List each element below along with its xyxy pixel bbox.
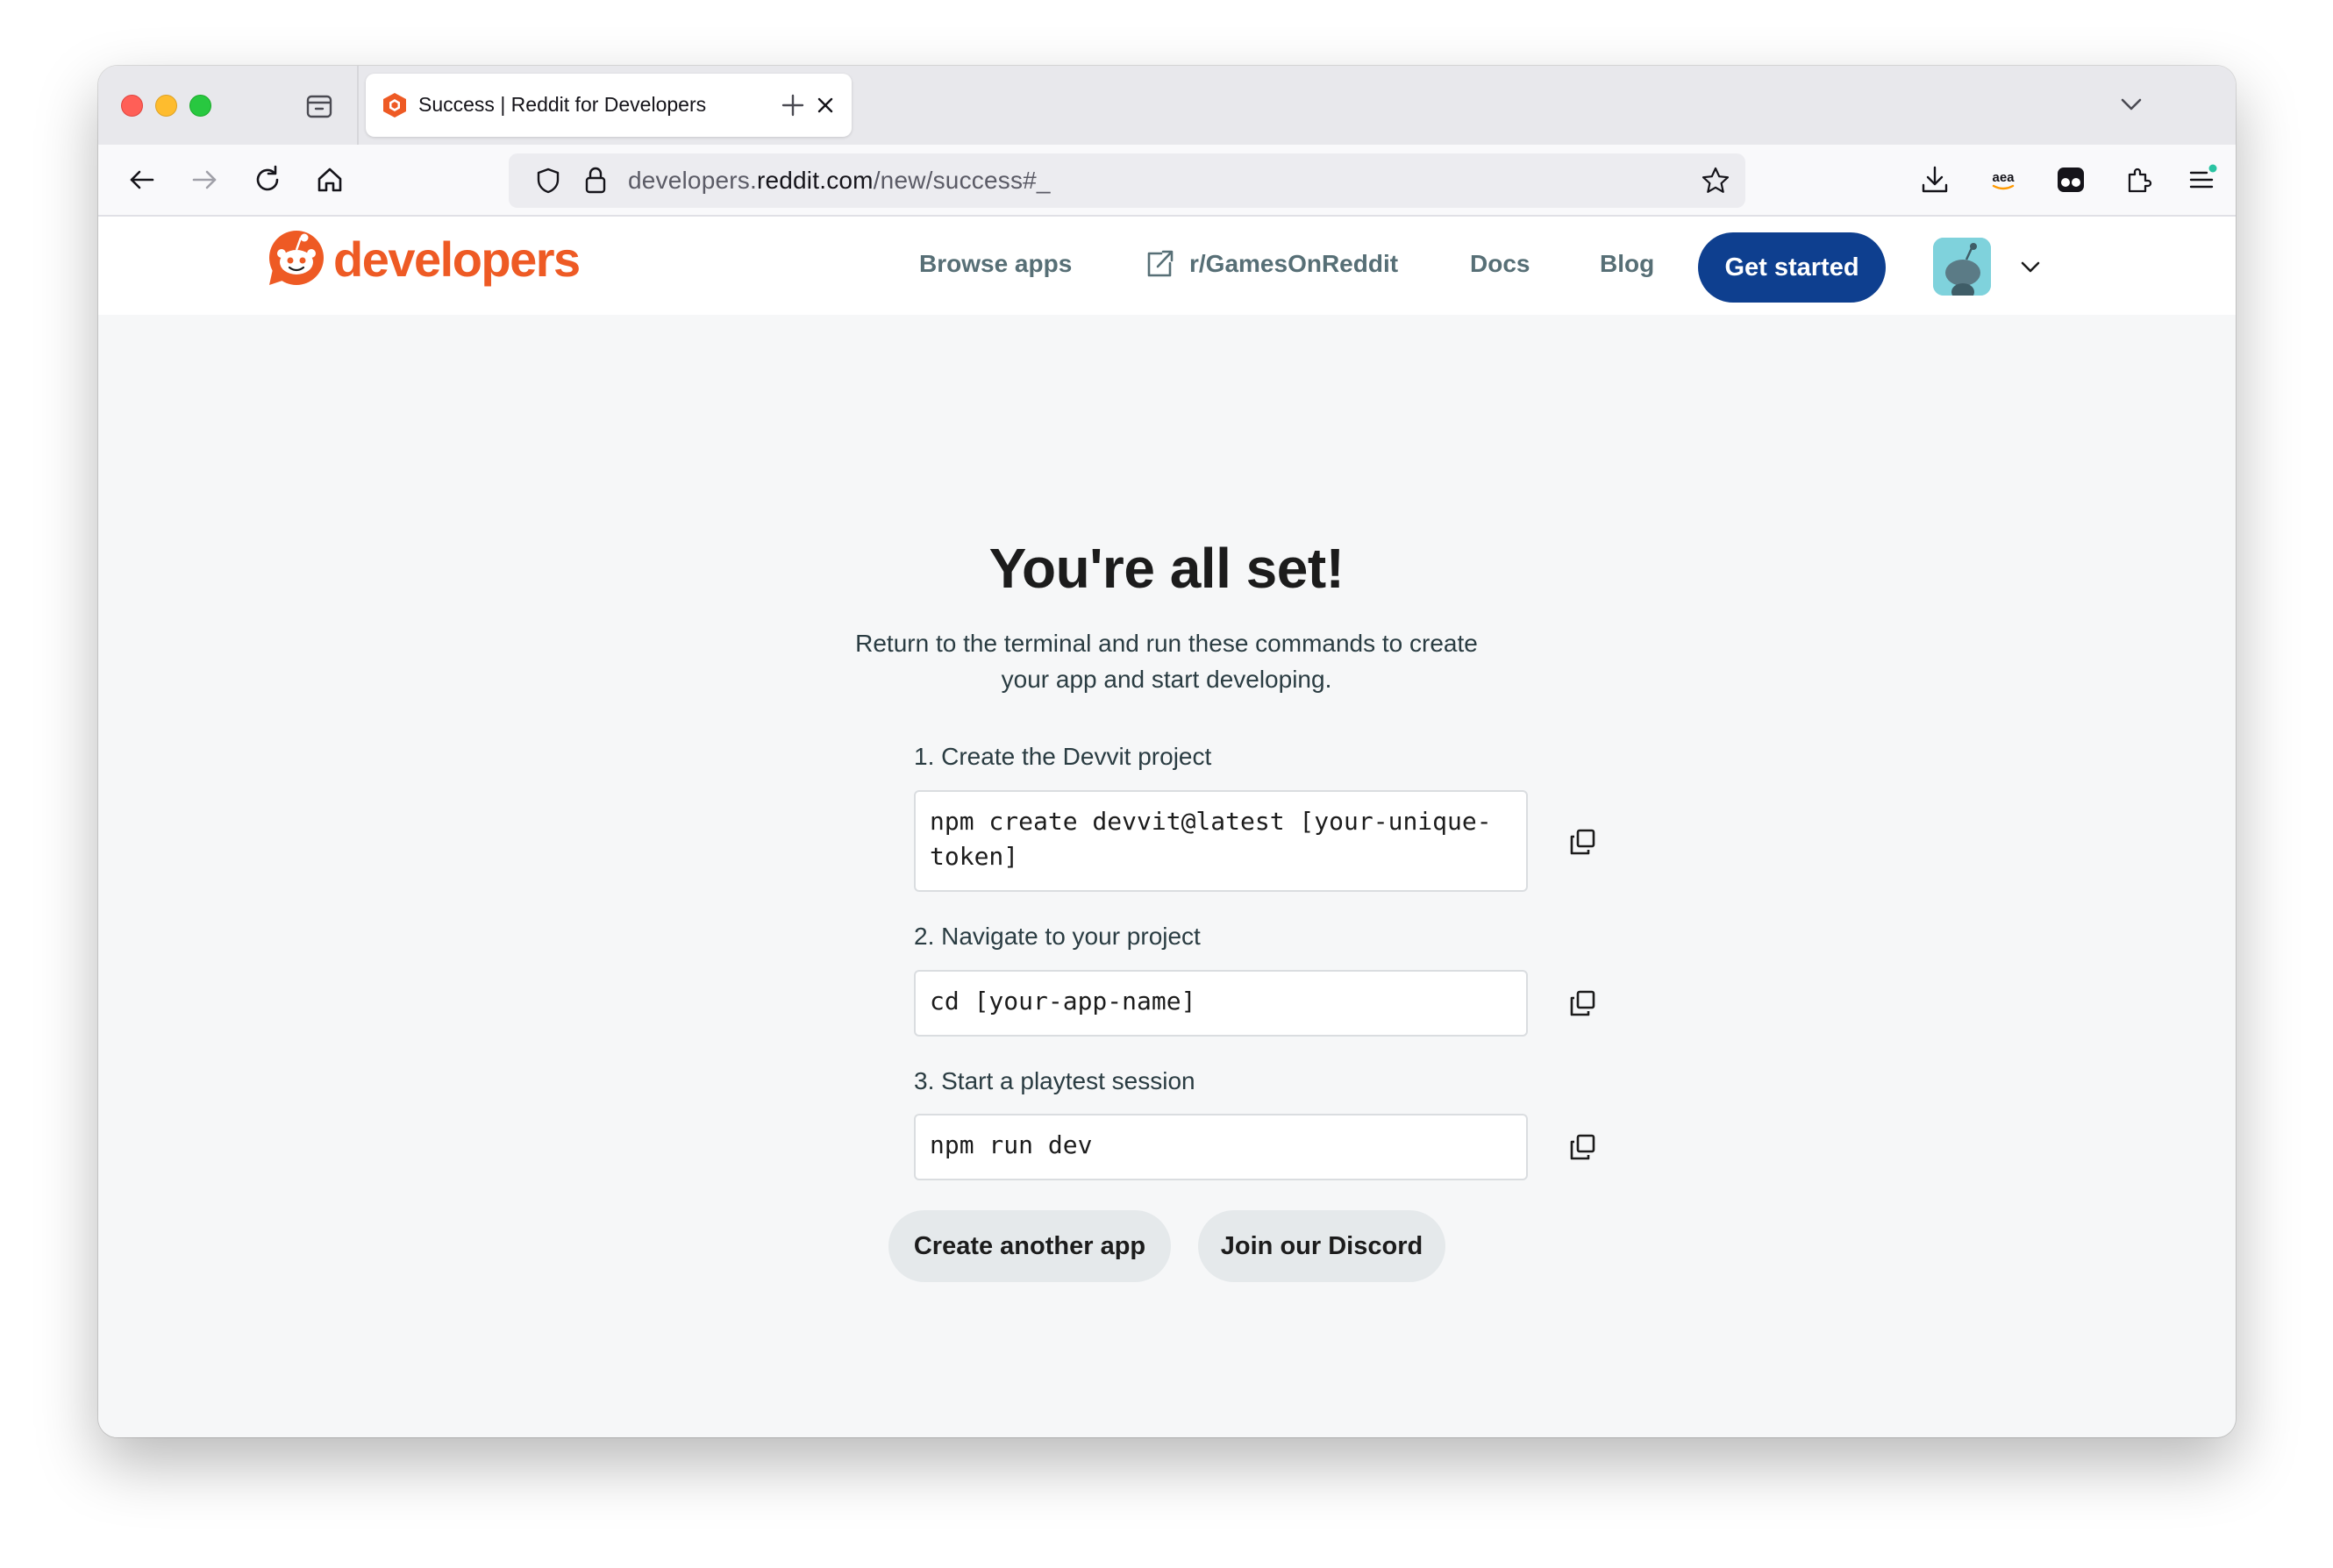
developers-logo-text[interactable]: developers (333, 231, 581, 288)
account-menu-chevron-icon[interactable] (2016, 252, 2045, 282)
reddit-dev-favicon-icon (383, 93, 406, 118)
bookmark-star-icon[interactable] (1700, 165, 1731, 196)
maximize-window-button[interactable] (189, 95, 211, 117)
reddit-snoo-logo-icon[interactable] (268, 229, 325, 287)
url-path: /new/success#_ (873, 167, 1051, 194)
nav-subreddit-link[interactable]: r/GamesOnReddit (1189, 250, 1398, 278)
url-subdomain: developers. (628, 167, 757, 194)
lock-icon[interactable] (582, 165, 609, 195)
extension-glasses-icon[interactable] (2053, 162, 2088, 197)
amazon-assistant-extension-icon[interactable]: aea (1986, 162, 2021, 197)
new-tab-icon[interactable] (778, 90, 808, 120)
navigation-toolbar: developers.reddit.com/new/success#_ aea (98, 145, 2236, 217)
step-3-label: 3. Start a playtest session (914, 1067, 1195, 1094)
url-domain: reddit.com (756, 167, 874, 194)
site-header: developers Browse apps r/GamesOnReddit D… (98, 217, 2236, 315)
url-text[interactable]: developers.reddit.com/new/success#_ (628, 167, 1051, 195)
step-1-command-box[interactable]: npm create devvit@latest [your-unique- t… (914, 790, 1528, 892)
user-avatar[interactable] (1933, 238, 1991, 296)
subtitle-line-1: Return to the terminal and run these com… (855, 630, 1478, 657)
home-icon[interactable] (312, 162, 347, 197)
back-arrow-icon[interactable] (125, 162, 160, 197)
copy-step-2-icon[interactable] (1567, 987, 1599, 1019)
page-subtitle: Return to the terminal and run these com… (98, 625, 2236, 697)
tab-strip: Success | Reddit for Developers (98, 66, 2236, 145)
forward-arrow-icon[interactable] (187, 162, 222, 197)
close-window-button[interactable] (121, 95, 143, 117)
tracking-protection-shield-icon[interactable] (533, 166, 563, 196)
subtitle-line-2: your app and start developing. (1001, 666, 1332, 693)
page-title: You're all set! (988, 537, 1345, 600)
address-bar[interactable]: developers.reddit.com/new/success#_ (509, 153, 1745, 208)
copy-step-1-icon[interactable] (1567, 826, 1599, 858)
tab-strip-divider (357, 66, 359, 145)
svg-text:aea: aea (1992, 170, 2015, 185)
step-2-label: 2. Navigate to your project (914, 923, 1201, 950)
step-3-command-box[interactable]: npm run dev (914, 1114, 1528, 1180)
close-tab-icon[interactable] (813, 93, 838, 118)
reload-icon[interactable] (250, 162, 285, 197)
list-all-tabs-icon[interactable] (2115, 89, 2147, 120)
snoo-avatar-icon (1933, 238, 1991, 296)
step-2-command-box[interactable]: cd [your-app-name] (914, 970, 1528, 1037)
get-started-button[interactable]: Get started (1698, 232, 1886, 303)
create-another-app-button[interactable]: Create another app (888, 1210, 1171, 1282)
nav-browse-apps[interactable]: Browse apps (919, 250, 1072, 278)
step-1-label: 1. Create the Devvit project (914, 743, 1212, 770)
tab-title: Success | Reddit for Developers (418, 93, 707, 116)
extensions-puzzle-icon[interactable] (2121, 162, 2156, 197)
copy-step-3-icon[interactable] (1567, 1131, 1599, 1163)
nav-docs[interactable]: Docs (1470, 250, 1530, 278)
tab-overview-icon[interactable] (302, 89, 337, 124)
app-menu-hamburger-icon[interactable] (2184, 162, 2219, 197)
downloads-icon[interactable] (1917, 162, 1952, 197)
minimize-window-button[interactable] (155, 95, 177, 117)
join-discord-button[interactable]: Join our Discord (1198, 1210, 1445, 1282)
nav-blog[interactable]: Blog (1600, 250, 1654, 278)
external-link-icon (1147, 250, 1174, 277)
